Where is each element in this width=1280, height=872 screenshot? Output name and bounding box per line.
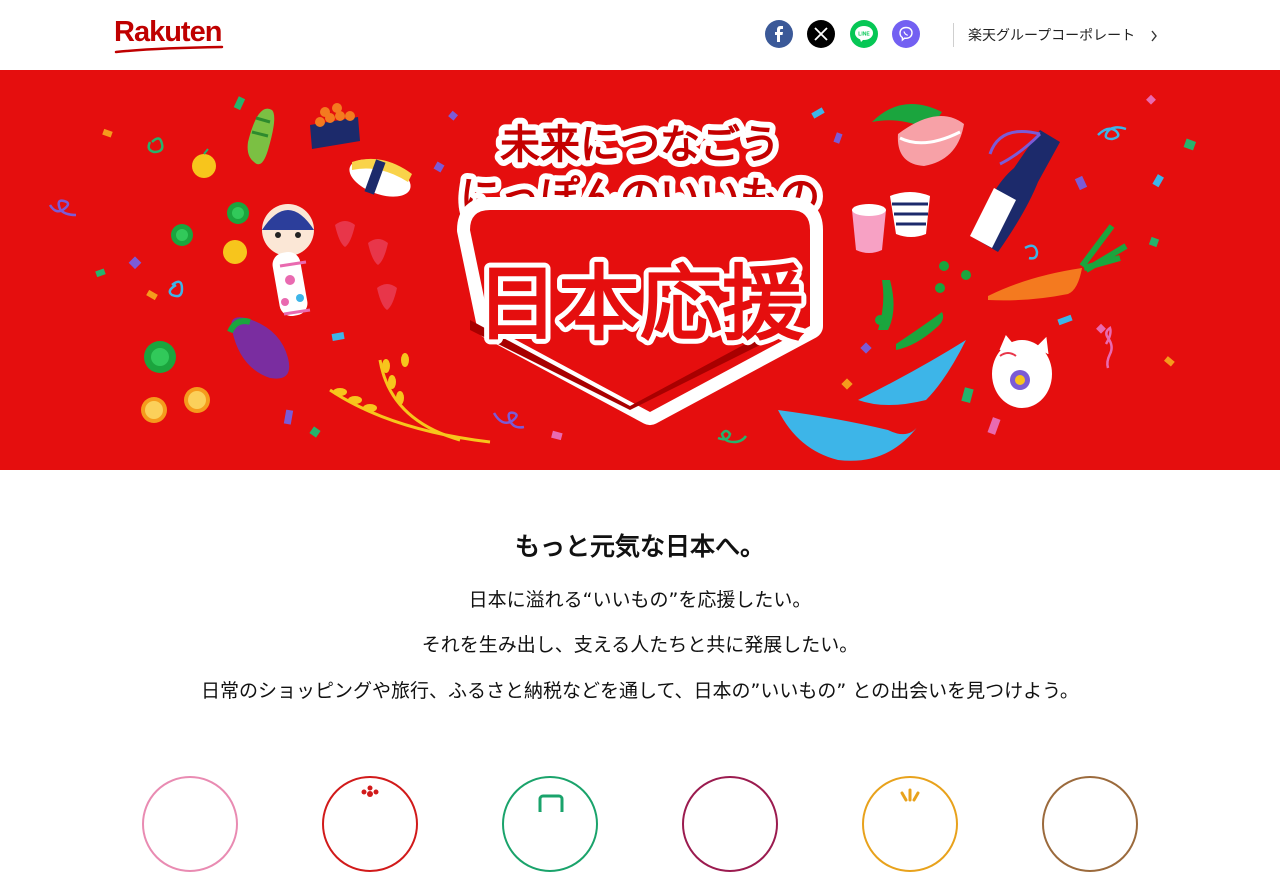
logo-swoosh-icon	[114, 45, 224, 54]
sparkle-icon	[900, 788, 920, 802]
category-circle-6[interactable]	[1042, 776, 1138, 872]
category-circle-4[interactable]	[682, 776, 778, 872]
category-circle-1[interactable]	[142, 776, 238, 872]
tuna-sushi-decoration	[872, 104, 964, 166]
line-icon[interactable]: LINE	[850, 20, 878, 48]
eggplant-decoration	[227, 317, 290, 379]
hero-tagline-line1: 未来につなごう	[500, 122, 780, 168]
svg-text:LINE: LINE	[858, 32, 870, 38]
chevron-right-icon	[1151, 30, 1157, 42]
fish-decoration	[778, 340, 966, 461]
sake-cup-decoration	[852, 192, 930, 253]
wasabi-decoration	[247, 108, 275, 165]
edamame-decoration	[875, 261, 971, 350]
site-header: Rakuten LINE 楽天グループコーポレート	[0, 0, 1280, 70]
category-circle-2[interactable]	[322, 776, 418, 872]
sake-bottle-decoration	[970, 130, 1060, 252]
viber-icon[interactable]	[892, 20, 920, 48]
facebook-icon[interactable]	[765, 20, 793, 48]
intro-line-1: 日本に溢れる“いいもの”を応援したい。	[468, 589, 812, 611]
strawberry-decoration	[335, 221, 397, 310]
intro-heading: もっと元気な日本へ。	[514, 532, 765, 561]
x-icon[interactable]	[807, 20, 835, 48]
box-icon	[538, 794, 564, 812]
kokeshi-doll-decoration	[262, 204, 314, 317]
intro-line-2: それを生み出し、支える人たちと共に発展したい。	[421, 634, 859, 656]
hero-badge: 日本応援 日本応援	[457, 197, 823, 425]
header-divider	[953, 23, 954, 47]
tamago-sushi-decoration	[349, 158, 412, 197]
rice-icon	[361, 785, 379, 797]
wheat-decoration	[329, 353, 491, 444]
intro-line-3: 日常のショッピングや旅行、ふるさと納税などを通して、日本の”いいもの” との出会…	[201, 680, 1079, 702]
carrot-decoration	[988, 224, 1128, 301]
lucky-cat-decoration	[992, 335, 1052, 408]
category-circle-5[interactable]	[862, 776, 958, 872]
hero-illustration: 未来につなごう 未来につなごう にっぽんのいいもの にっぽんのいいもの 日本応援…	[48, 94, 1197, 461]
category-circle-3[interactable]	[502, 776, 598, 872]
fruit-decoration	[141, 148, 249, 423]
hero-badge-text: 日本応援	[476, 257, 805, 352]
hero-banner[interactable]: 未来につなごう 未来につなごう にっぽんのいいもの にっぽんのいいもの 日本応援…	[0, 70, 1280, 470]
ikura-sushi-decoration	[310, 103, 360, 149]
corporate-link[interactable]: 楽天グループコーポレート	[968, 25, 1135, 45]
